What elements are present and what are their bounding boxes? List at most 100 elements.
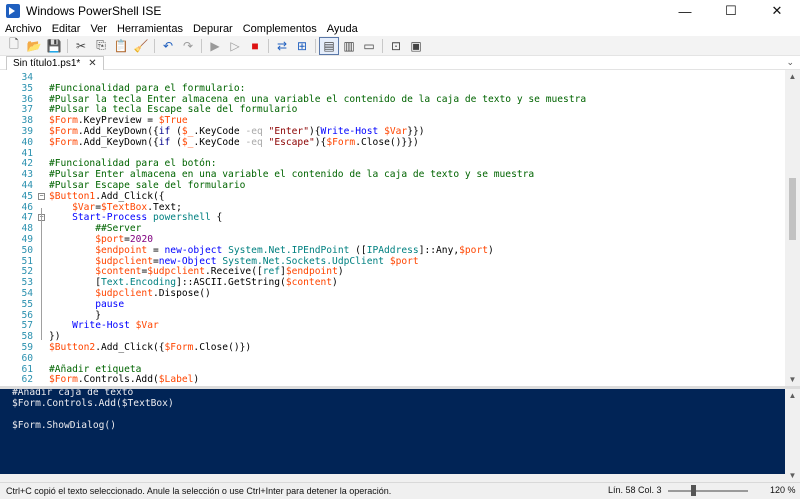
cut-icon[interactable]: ✂ bbox=[71, 37, 91, 55]
code-token: Text.Encoding bbox=[100, 277, 177, 289]
copy-icon[interactable]: ⎘ bbox=[91, 37, 111, 55]
code-line: #Pulsar la tecla Enter almacena en una v… bbox=[49, 94, 586, 105]
code-line: #Funcionalidad para el formulario: bbox=[49, 83, 245, 94]
code-token: $udpclient bbox=[95, 288, 153, 299]
paste-icon[interactable]: 📋 bbox=[111, 37, 131, 55]
code-line: $Button1.Add_Click({ bbox=[49, 191, 165, 202]
show-commands-icon[interactable]: ⊡ bbox=[386, 37, 406, 55]
run-selection-icon[interactable]: ▷ bbox=[225, 37, 245, 55]
undo-icon[interactable]: ↶ bbox=[158, 37, 178, 55]
code-line: #Pulsar Enter almacena en una variable e… bbox=[49, 169, 534, 180]
new-icon[interactable]: 🗋 bbox=[4, 37, 24, 55]
toolbar: 🗋 📂 💾 ✂ ⎘ 📋 🧹 ↶ ↷ ▶ ▷ ■ ⇄ ⊞ ▤ ▥ ▭ ⊡ ▣ bbox=[0, 36, 800, 56]
editor-vertical-scrollbar[interactable]: ▲ ▼ bbox=[785, 70, 800, 386]
code-token: IPAddress bbox=[366, 244, 419, 256]
code-line: $endpoint = new-object System.Net.IPEndP… bbox=[49, 245, 494, 256]
zoom-slider-thumb[interactable] bbox=[691, 485, 696, 496]
console-vertical-scrollbar[interactable]: ▲ ▼ bbox=[785, 389, 800, 482]
line-number: 35 bbox=[21, 82, 33, 94]
run-script-icon[interactable]: ▶ bbox=[205, 37, 225, 55]
menu-ayuda[interactable]: Ayuda bbox=[322, 22, 363, 36]
code-token: $content bbox=[95, 266, 142, 278]
minimize-button[interactable]: — bbox=[662, 0, 708, 22]
code-token: ) bbox=[488, 244, 494, 256]
open-icon[interactable]: 📂 bbox=[24, 37, 44, 55]
clear-console-icon[interactable]: 🧹 bbox=[131, 37, 151, 55]
show-addon-icon[interactable]: ▣ bbox=[406, 37, 426, 55]
code-token: $endpoint bbox=[285, 266, 338, 278]
menu-ver[interactable]: Ver bbox=[85, 22, 112, 36]
menu-herramientas[interactable]: Herramientas bbox=[112, 22, 188, 36]
code-token: .Controls.Add( bbox=[77, 374, 159, 386]
line-number: 37 bbox=[21, 104, 33, 116]
layout-right-icon[interactable]: ▥ bbox=[339, 37, 359, 55]
menu-editar[interactable]: Editar bbox=[47, 22, 86, 36]
code-token: .Add_KeyDown({ bbox=[77, 136, 159, 148]
menu-complementos[interactable]: Complementos bbox=[238, 22, 322, 36]
code-token: ) bbox=[337, 266, 344, 278]
scroll-thumb[interactable] bbox=[789, 178, 796, 240]
line-number: 43 bbox=[21, 169, 33, 181]
layout-top-icon[interactable]: ▤ bbox=[319, 36, 339, 55]
save-icon[interactable]: 💾 bbox=[44, 37, 64, 55]
code-token: $Form bbox=[49, 115, 78, 127]
scroll-down-icon[interactable]: ▼ bbox=[785, 373, 800, 386]
console-horizontal-scrollbar[interactable] bbox=[0, 474, 785, 482]
code-token: $Button2 bbox=[49, 342, 96, 353]
menu-archivo[interactable]: Archivo bbox=[0, 22, 47, 36]
script-tabs: Sin título1.ps1* ✕ ⌄ bbox=[0, 56, 800, 70]
collapse-region-icon[interactable]: − bbox=[38, 192, 45, 200]
console-line: #Añadir caja de texto bbox=[12, 387, 134, 398]
code-token: ]::Any, bbox=[418, 244, 460, 256]
line-number: 62 bbox=[21, 374, 33, 386]
stop-icon[interactable]: ■ bbox=[245, 37, 265, 55]
scroll-up-icon[interactable]: ▲ bbox=[785, 389, 800, 402]
code-token: ##Server bbox=[95, 223, 142, 235]
script-editor[interactable]: 34 35 #Funcionalidad para el formulario: 36… bbox=[0, 70, 800, 386]
line-number: 52 bbox=[21, 266, 33, 278]
zoom-level: 120 % bbox=[770, 485, 796, 495]
tab-script[interactable]: Sin título1.ps1* ✕ bbox=[6, 56, 104, 70]
code-token: if bbox=[158, 126, 171, 137]
close-button[interactable]: ✕ bbox=[754, 0, 800, 22]
code-token: .Add_Click({ bbox=[95, 190, 165, 202]
line-number: 56 bbox=[21, 309, 33, 321]
line-number: 53 bbox=[21, 277, 33, 289]
line-number: 39 bbox=[21, 126, 33, 137]
close-tab-icon[interactable]: ✕ bbox=[88, 58, 96, 69]
code-line: #Pulsar la tecla Escape sale del formula… bbox=[49, 104, 297, 115]
code-line: Start-Process powershell { bbox=[49, 212, 222, 223]
zoom-slider[interactable] bbox=[668, 490, 748, 492]
console-pane[interactable]: #Añadir caja de texto $Form.Controls.Add… bbox=[0, 386, 800, 482]
line-number: 54 bbox=[21, 288, 33, 299]
title-bar: Windows PowerShell ISE — ☐ ✕ bbox=[0, 0, 800, 22]
code-token: .Close()}) bbox=[193, 342, 252, 353]
menu-depurar[interactable]: Depurar bbox=[188, 22, 238, 36]
chevron-down-icon[interactable]: ⌄ bbox=[786, 57, 794, 68]
code-line: [Text.Encoding]::ASCII.GetString($conten… bbox=[49, 277, 338, 288]
code-token: $port bbox=[389, 255, 419, 267]
code-token: Start-Process bbox=[72, 212, 148, 224]
code-token: $content bbox=[285, 277, 333, 289]
remote-powershell-icon[interactable]: ⇄ bbox=[272, 37, 292, 55]
scroll-up-icon[interactable]: ▲ bbox=[785, 70, 800, 83]
redo-icon[interactable]: ↷ bbox=[178, 37, 198, 55]
code-token: "Enter" bbox=[268, 126, 309, 137]
code-token: $Form bbox=[49, 136, 78, 148]
code-line: $Var=$TextBox.Text; bbox=[49, 202, 182, 213]
layout-maximized-icon[interactable]: ▭ bbox=[359, 37, 379, 55]
line-number: 36 bbox=[21, 93, 33, 105]
code-line: $Button2.Add_Click({$Form.Close()}) bbox=[49, 342, 251, 353]
maximize-button[interactable]: ☐ bbox=[708, 0, 754, 22]
line-number: 48 bbox=[21, 223, 33, 235]
toolbar-separator bbox=[315, 38, 316, 53]
code-token: new-object bbox=[164, 244, 223, 256]
code-token: Write-Host bbox=[72, 320, 130, 332]
launch-powershell-icon[interactable]: ⊞ bbox=[292, 37, 312, 55]
scroll-down-icon[interactable]: ▼ bbox=[785, 469, 800, 482]
